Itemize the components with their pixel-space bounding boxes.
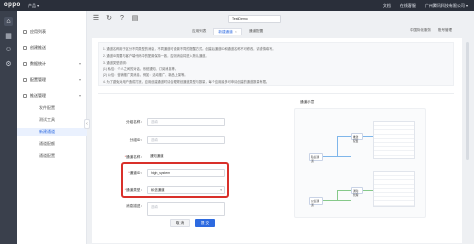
sidebar-item-create-push[interactable]: 创建推送 [17, 44, 87, 52]
tab-app-list[interactable]: 应用列表 [188, 28, 210, 35]
grid-icon[interactable]: ▦ [4, 31, 13, 40]
connector-line [337, 136, 338, 157]
doc-icon[interactable]: ▤ [131, 15, 139, 23]
sidebar-item-config[interactable]: 配置管理 ▾ [17, 76, 87, 84]
channel-diagram: 私信通道 公信通道 推送配置 通知管理 [294, 108, 426, 218]
diagram-node: 推送配置 [351, 133, 363, 143]
push-icon [23, 93, 27, 98]
chevron-down-icon: ▾ [78, 77, 81, 82]
connector-line [363, 136, 373, 137]
app-icon [23, 29, 27, 34]
collapse-sidebar-button[interactable]: ‹ [84, 119, 90, 129]
connector-line [363, 190, 373, 191]
home-icon[interactable]: ⌂ [4, 17, 13, 26]
send-icon [23, 45, 27, 50]
brand-logo[interactable]: oppo [4, 2, 21, 8]
main-panel: 1. 通道名称用于区分不同类型的消息，不同通道可设置不同的提醒方式。创建后通道I… [92, 38, 462, 243]
config-icon [23, 77, 27, 82]
top-links: 文档 在线客服 广州腾讯科技有限公司 ▾ [383, 3, 468, 9]
divider [98, 93, 454, 94]
support-link[interactable]: 在线客服 [400, 3, 416, 9]
sidebar-item-test-tool[interactable]: 测试工具 [17, 116, 87, 124]
question-icon[interactable]: ? [118, 15, 126, 23]
toolbar-links: 中国际化服务 账号管理 [410, 28, 452, 33]
diagram-node: 私信通道 [309, 153, 323, 163]
notice-line: 4. 为了避免对用户造成打扰，应用创建通道时请合理规划通道类型与数量，每个应用最… [103, 80, 270, 84]
preview-title: 通道示意 [300, 100, 315, 104]
preview-panel [373, 171, 415, 207]
page-tabs: 应用列表 新建通道 × 通道配置 [188, 28, 270, 35]
toolbar: ☰ ↻ ? ▤ TestDemo 应用列表 新建通道 × 通道配置 中国际化服务 … [88, 11, 474, 39]
notice-line: (1) 私信：个人之间的对话，系统通知、订阅消息等。 [103, 67, 178, 71]
docs-link[interactable]: 文档 [383, 3, 391, 9]
preview-panel [373, 121, 415, 159]
list-icon[interactable]: ☰ [92, 15, 100, 23]
highlight-box [121, 162, 229, 198]
sidebar-item-sender-config[interactable]: 发件配置 [17, 104, 87, 112]
submit-button[interactable]: 提 交 [195, 219, 215, 227]
sidebar-item-statistics[interactable]: 数据统计 ▾ [17, 60, 87, 68]
notice-line: 2. 通道ID需要与客户端代码中的配置保持一致，否则消息将进入默认通道。 [103, 54, 209, 58]
top-bar: oppo 产品 ▾ 文档 在线客服 广州腾讯科技有限公司 ▾ [0, 0, 474, 11]
user-icon[interactable]: ☺ [4, 45, 13, 54]
description-label: 消息描述： [126, 204, 144, 208]
preview-row [374, 201, 414, 206]
tab-new-channel[interactable]: 新建通道 × [213, 28, 242, 35]
sidebar-item-channel-config[interactable]: 通道配置 [17, 152, 87, 160]
connector-line [337, 190, 338, 201]
sidebar-item-app-list[interactable]: 应用列表 [17, 28, 87, 36]
notice-line: 3. 通道类型说明： [103, 61, 129, 65]
channel-name-value[interactable]: 通知通道 [147, 153, 177, 161]
account-menu[interactable]: 广州腾讯科技有限公司 ▾ [425, 3, 468, 9]
chevron-down-icon: ▾ [78, 61, 81, 66]
tab-channel-config[interactable]: 通道配置 [245, 28, 267, 35]
chart-icon [23, 61, 27, 66]
channel-name-label: *通道名称： [124, 155, 144, 159]
gear-icon[interactable]: ⚙ [4, 59, 13, 68]
group-name-input[interactable]: 选填 [147, 118, 225, 126]
notice-box: 1. 通道名称用于区分不同类型的消息，不同通道可设置不同的提醒方式。创建后通道I… [98, 42, 454, 86]
icon-rail: ⌂ ▦ ☺ ⚙ [0, 11, 17, 244]
notice-line: (2) 公信：营销推广类消息，例如：活动推广、新品上架等。 [103, 73, 188, 77]
close-icon[interactable]: × [235, 30, 237, 34]
product-menu[interactable]: 产品 ▾ [28, 3, 39, 9]
connector-line [337, 190, 351, 191]
sidebar-item-channel-quota[interactable]: 通道配额 [17, 140, 87, 148]
group-id-input[interactable]: 选填 [147, 136, 225, 144]
description-input[interactable]: 选填 [147, 202, 225, 216]
chevron-down-icon: ▾ [78, 93, 81, 98]
account-link[interactable]: 账号管理 [438, 28, 452, 33]
i18n-link[interactable]: 中国际化服务 [410, 28, 431, 33]
cancel-button[interactable]: 取 消 [170, 219, 190, 227]
diagram-node: 通知管理 [351, 187, 363, 197]
notice-line: 1. 通道名称用于区分不同类型的消息，不同通道可设置不同的提醒方式。创建后通道I… [103, 47, 276, 51]
group-id-label: 分组ID： [129, 138, 144, 142]
sidebar: 应用列表 创建推送 数据统计 ▾ 配置管理 ▾ 推送管理 ▾ 发件配置 测试工具 新建… [17, 11, 87, 244]
refresh-icon[interactable]: ↻ [105, 15, 113, 23]
group-name-label: 分组名称： [126, 120, 144, 124]
diagram-node: 公信通道 [309, 197, 323, 207]
workspace-select[interactable]: TestDemo [228, 15, 281, 23]
connector-line [337, 136, 351, 137]
page-scrollbar[interactable] [466, 42, 469, 160]
sidebar-item-new-channel[interactable]: 新建通道 [17, 128, 87, 136]
sidebar-item-push-mgmt[interactable]: 推送管理 ▾ [17, 92, 87, 100]
preview-row [374, 151, 414, 156]
